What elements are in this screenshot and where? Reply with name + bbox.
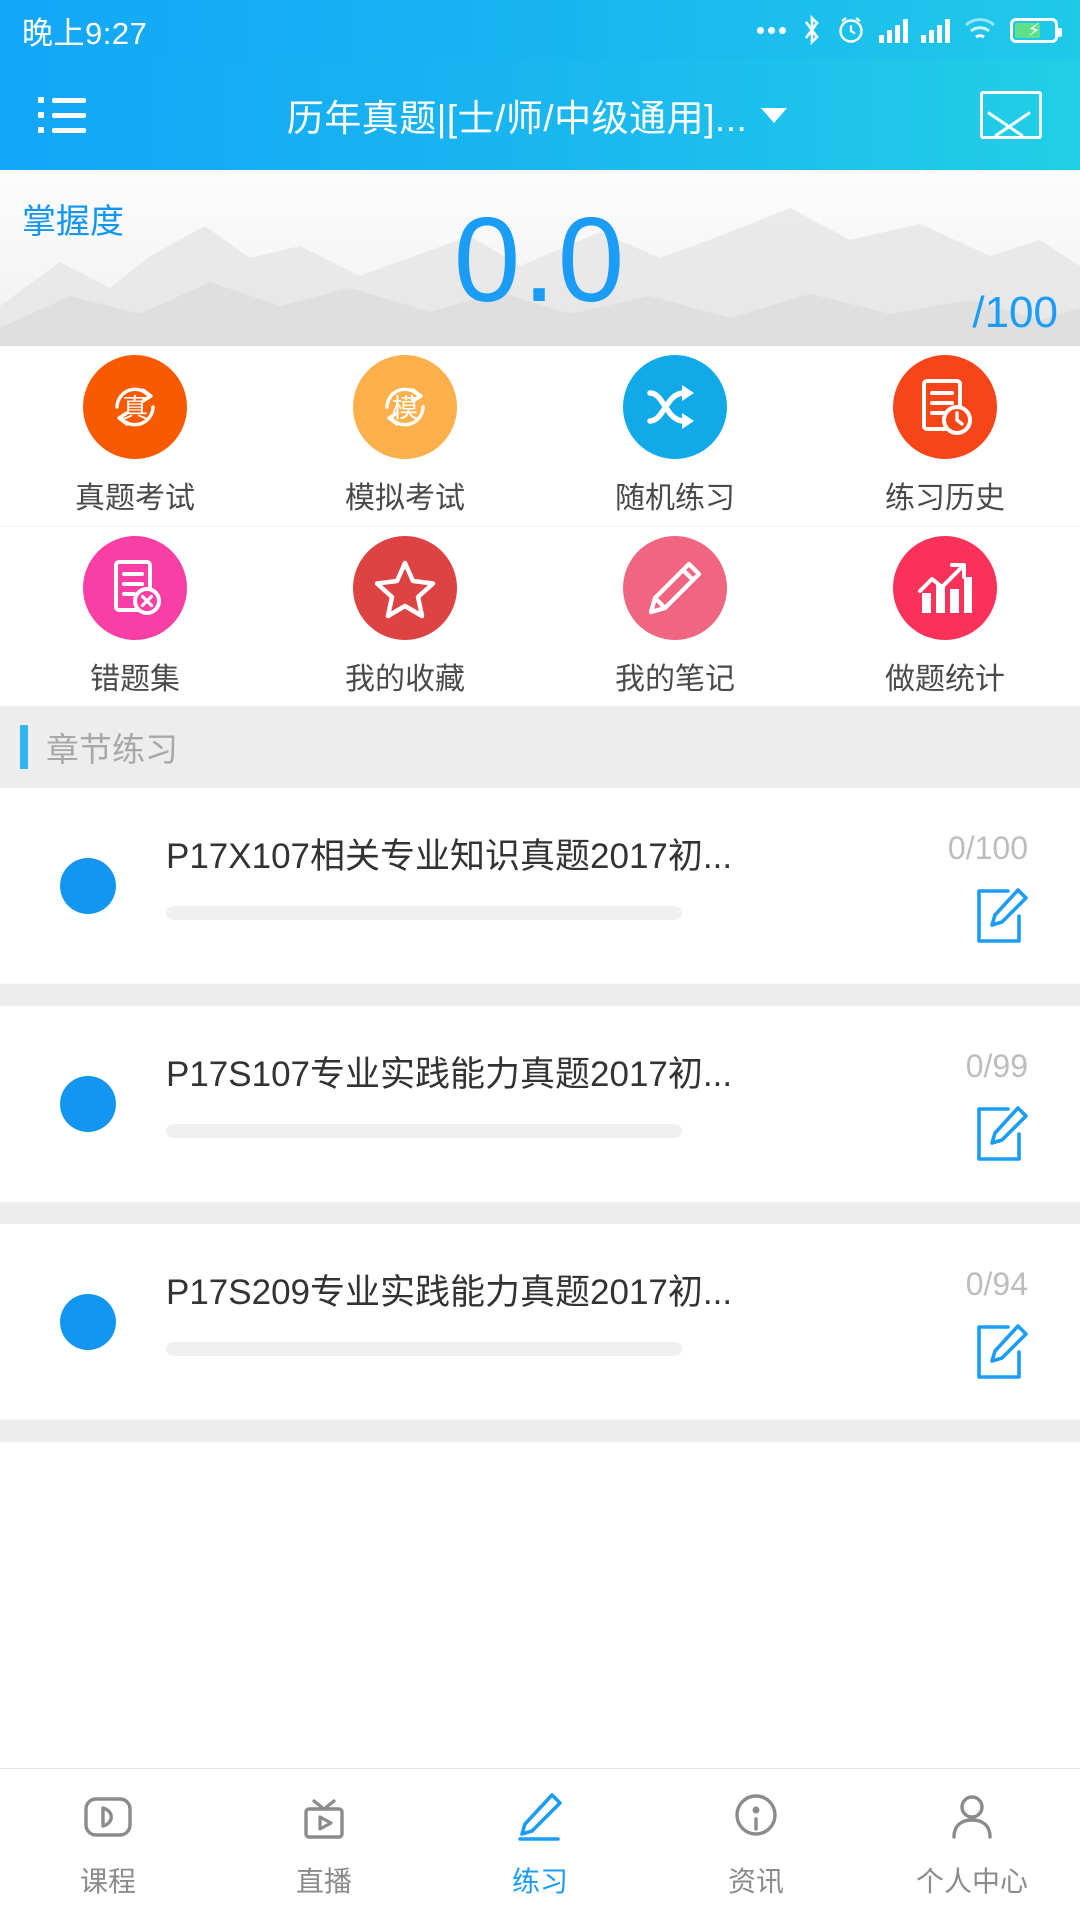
feature-grid-row-2: 错题集 我的收藏 我的笔记 做题统计	[0, 526, 1080, 706]
feature-grid-row-1: 真 真题考试 模 模拟考试 随机练习 练习历史	[0, 346, 1080, 526]
list-item-count: 0/99	[965, 1048, 1028, 1084]
alarm-icon	[836, 15, 866, 45]
tab-profile[interactable]: 个人中心	[864, 1789, 1080, 1900]
live-tv-icon	[296, 1789, 352, 1850]
dots-icon	[757, 26, 786, 34]
grid-item-wrong-answers[interactable]: 错题集	[0, 527, 270, 706]
grid-item-label: 随机练习	[615, 482, 735, 515]
tab-practice[interactable]: 练习	[432, 1789, 648, 1900]
grid-item-practice-history[interactable]: 练习历史	[810, 346, 1080, 526]
tab-news[interactable]: 资讯	[648, 1789, 864, 1900]
page-title: 历年真题|[士/师/中级通用]...	[286, 98, 748, 139]
practice-pencil-icon	[512, 1789, 568, 1850]
list-divider	[0, 1420, 1080, 1442]
status-icons: ⚡	[757, 15, 1062, 45]
grid-item-label: 做题统计	[885, 662, 1005, 696]
bluetooth-icon	[801, 15, 823, 45]
status-bar: 晚上9:27 ⚡	[0, 0, 1080, 60]
grid-item-label: 错题集	[90, 662, 180, 696]
exam-mock-icon: 模	[353, 355, 457, 459]
list-item-title: P17S107专业实践能力真题2017初...	[166, 1055, 733, 1094]
list-item[interactable]: P17S209专业实践能力真题2017初... 0/94	[0, 1224, 1080, 1420]
grid-item-label: 我的笔记	[615, 662, 735, 696]
edit-note-icon[interactable]	[976, 1106, 1028, 1162]
chevron-down-icon	[761, 107, 788, 123]
list-menu-icon[interactable]	[38, 97, 94, 133]
tab-label: 个人中心	[915, 1866, 1028, 1897]
list-divider	[0, 984, 1080, 1006]
mastery-value: 0.0	[453, 193, 627, 327]
grid-item-random-practice[interactable]: 随机练习	[540, 346, 810, 526]
wifi-icon	[963, 16, 997, 44]
status-dot-icon	[60, 1075, 116, 1132]
section-accent-bar	[20, 725, 28, 769]
person-icon	[944, 1789, 1000, 1850]
signal-icon-2	[921, 17, 950, 43]
grid-item-label: 我的收藏	[345, 662, 465, 696]
top-nav-bar: 历年真题|[士/师/中级通用]...	[0, 60, 1080, 170]
list-item[interactable]: P17X107相关专业知识真题2017初... 0/100	[0, 788, 1080, 984]
star-icon	[353, 535, 457, 640]
status-dot-icon	[60, 1293, 116, 1350]
bottom-tab-bar: 课程 直播 练习 资讯 个人中心	[0, 1768, 1080, 1920]
grid-item-favorites[interactable]: 我的收藏	[270, 527, 540, 706]
list-item-progress	[166, 1124, 682, 1138]
list-item-count: 0/94	[965, 1266, 1028, 1302]
list-item-title: P17X107相关专业知识真题2017初...	[166, 837, 733, 876]
status-time: 晚上9:27	[22, 15, 148, 51]
course-play-icon	[80, 1789, 136, 1850]
news-icon	[728, 1789, 784, 1850]
list-divider	[0, 1202, 1080, 1224]
battery-charging-icon: ⚡	[1010, 17, 1062, 43]
tab-label: 练习	[511, 1866, 568, 1897]
tab-course[interactable]: 课程	[0, 1789, 216, 1900]
exam-real-icon: 真	[83, 355, 187, 459]
edit-note-icon[interactable]	[976, 888, 1028, 944]
signal-icon-1	[879, 17, 908, 43]
grid-item-label: 练习历史	[885, 482, 1005, 515]
grid-item-statistics[interactable]: 做题统计	[810, 527, 1080, 706]
pencil-icon	[623, 535, 727, 640]
tab-label: 直播	[295, 1866, 352, 1897]
list-item-title: P17S209专业实践能力真题2017初...	[166, 1273, 733, 1312]
list-item[interactable]: P17Z209专业知识真题2017初级师 0/100	[0, 1442, 1080, 1450]
list-item-progress	[166, 1342, 682, 1356]
chapter-practice-list[interactable]: P17X107相关专业知识真题2017初... 0/100 P17S107专业实…	[0, 788, 1080, 1450]
grid-item-label: 真题考试	[75, 482, 195, 515]
grid-item-my-notes[interactable]: 我的笔记	[540, 527, 810, 706]
section-header: 章节练习	[0, 706, 1080, 788]
svg-text:模: 模	[392, 393, 418, 423]
mastery-total: /100	[972, 288, 1058, 337]
mastery-panel: 掌握度 0.0 /100	[0, 170, 1080, 346]
tab-live[interactable]: 直播	[216, 1789, 432, 1900]
section-title: 章节练习	[46, 731, 178, 768]
edit-note-icon[interactable]	[976, 1324, 1028, 1380]
nav-title-dropdown[interactable]: 历年真题|[士/师/中级通用]...	[94, 88, 980, 142]
feature-grid: 真 真题考试 模 模拟考试 随机练习 练习历史 错题集 我的收藏 我的笔记 做题…	[0, 346, 1080, 706]
grid-item-real-exam[interactable]: 真 真题考试	[0, 346, 270, 526]
shuffle-icon	[623, 355, 727, 459]
grid-item-label: 模拟考试	[345, 482, 465, 515]
envelope-icon[interactable]	[980, 91, 1042, 139]
status-dot-icon	[60, 857, 116, 914]
bar-chart-up-icon	[893, 535, 997, 640]
list-item[interactable]: P17S107专业实践能力真题2017初... 0/99	[0, 1006, 1080, 1202]
history-document-icon	[893, 355, 997, 459]
list-item-progress	[166, 906, 682, 920]
tab-label: 课程	[79, 1866, 136, 1897]
svg-text:真: 真	[122, 393, 148, 423]
grid-item-mock-exam[interactable]: 模 模拟考试	[270, 346, 540, 526]
tab-label: 资讯	[727, 1866, 784, 1897]
wrong-answers-icon	[83, 535, 187, 640]
list-item-count: 0/100	[947, 830, 1028, 866]
